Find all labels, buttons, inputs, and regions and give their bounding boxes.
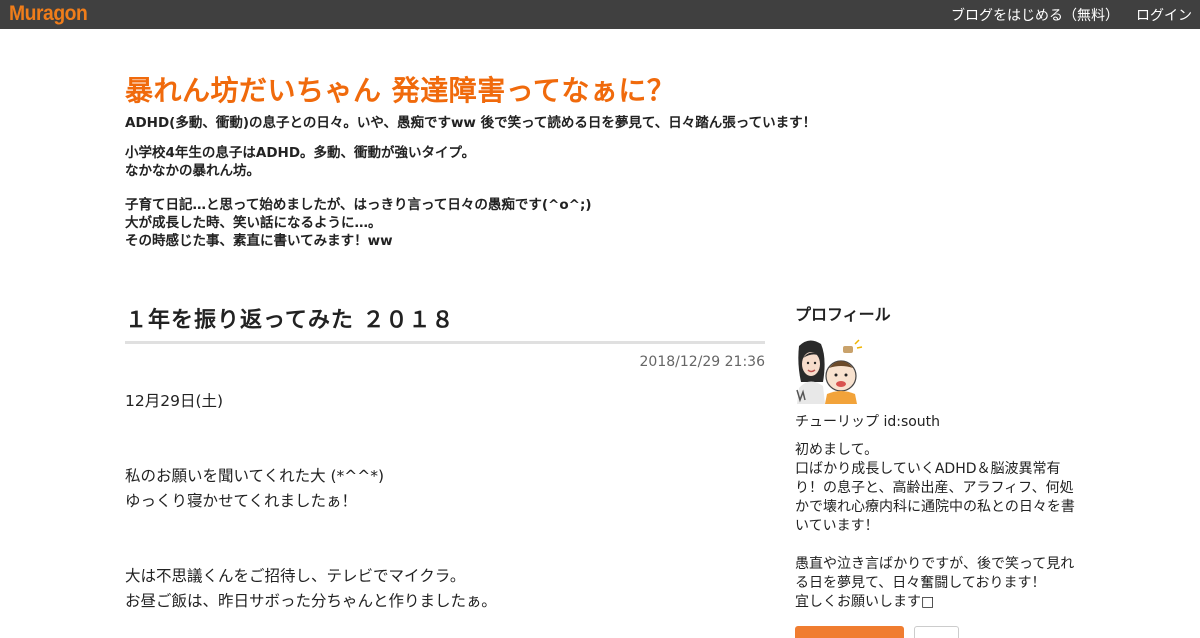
blog-header: 暴れん坊だいちゃん 発達障害ってなぁに？ ADHD(多動、衝動)の息子との日々。…: [125, 73, 1085, 266]
profile-name[interactable]: チューリップ id:south: [795, 412, 1080, 432]
profile-avatar[interactable]: [795, 338, 863, 404]
top-bar: Muragon ブログをはじめる（無料） ログイン: [0, 0, 1200, 29]
secondary-button[interactable]: [914, 626, 959, 638]
login-link[interactable]: ログイン: [1136, 5, 1192, 25]
blog-description: 小学校4年生の息子はADHD。多動、衝動が強いタイプ。 なかなかの暴れん坊。 子…: [125, 144, 1085, 250]
description-line: 小学校4年生の息子はADHD。多動、衝動が強いタイプ。: [125, 145, 476, 161]
blog-title[interactable]: 暴れん坊だいちゃん 発達障害ってなぁに？: [125, 73, 1085, 109]
article-line: 大は不思議くんをご招待し、テレビでマイクラ。: [125, 567, 466, 585]
profile-paragraph: 愚直や泣き言ばかりですが、後で笑って見れる日を夢見て、日々奮闘しております！ 宜…: [795, 555, 1080, 612]
description-line: 子育て日記…と思って始めましたが、はっきり言って日々の愚痴です(^o^;): [125, 197, 592, 213]
description-line: 大が成長した時、笑い話になるように…。: [125, 215, 382, 231]
follow-button[interactable]: [795, 626, 904, 638]
description-line: なかなかの暴れん坊。: [125, 163, 260, 179]
profile-line: 口ばかり成長していくADHD＆脳波異常有り！の息子と、高齢出産、アラフィフ、何処…: [795, 461, 1075, 534]
profile-heading: プロフィール: [795, 305, 891, 324]
profile-buttons: [795, 626, 959, 638]
sidebar: プロフィール チューリップ id:south 初めまして。 口ばかり成長していく…: [795, 304, 1080, 638]
profile-text: 初めまして。 口ばかり成長していくADHD＆脳波異常有り！の息子と、高齢出産、ア…: [795, 441, 1080, 612]
article-paragraph: 12月29日(土): [125, 389, 765, 414]
article-date: 2018/12/29 21:36: [639, 354, 766, 370]
article-body: 12月29日(土) 私のお願いを聞いてくれた大 (*^^*) ゆっくり寝かせてく…: [125, 389, 765, 614]
blog-description-paragraph: 小学校4年生の息子はADHD。多動、衝動が強いタイプ。 なかなかの暴れん坊。: [125, 144, 1085, 180]
profile-line: 宜しくお願いします□: [795, 594, 935, 610]
article-paragraph: 私のお願いを聞いてくれた大 (*^^*) ゆっくり寝かせてくれましたぁ！: [125, 464, 765, 514]
profile-line: 愚直や泣き言ばかりですが、後で笑って見れる日を夢見て、日々奮闘しております！: [795, 556, 1075, 591]
profile-paragraph: 初めまして。 口ばかり成長していくADHD＆脳波異常有り！の息子と、高齢出産、ア…: [795, 441, 1080, 536]
article-line: ゆっくり寝かせてくれましたぁ！: [125, 492, 358, 510]
article-line: お昼ご飯は、昨日サボった分ちゃんと作りましたぁ。: [125, 592, 497, 610]
start-blog-link[interactable]: ブログをはじめる（無料）: [951, 5, 1119, 25]
blog-tagline: ADHD(多動、衝動)の息子との日々。いや、愚痴ですww 後で笑って読める日を夢…: [125, 115, 817, 131]
article-line: 私のお願いを聞いてくれた大 (*^^*): [125, 467, 385, 485]
description-line: その時感じた事、素直に書いてみます！ww: [125, 233, 393, 249]
article-paragraph: 大は不思議くんをご招待し、テレビでマイクラ。 お昼ご飯は、昨日サボった分ちゃんと…: [125, 564, 765, 614]
blog-description-paragraph: 子育て日記…と思って始めましたが、はっきり言って日々の愚痴です(^o^;) 大が…: [125, 196, 1085, 250]
profile-line: 初めまして。: [795, 442, 879, 458]
top-nav: ブログをはじめる（無料） ログイン: [934, 0, 1192, 29]
article-title[interactable]: １年を振り返ってみた ２０１８: [125, 306, 765, 344]
article-line: 12月29日(土): [125, 392, 224, 410]
muragon-logo[interactable]: Muragon: [9, 2, 88, 26]
article: １年を振り返ってみた ２０１８ 2018/12/29 21:36 12月29日(…: [125, 306, 765, 614]
